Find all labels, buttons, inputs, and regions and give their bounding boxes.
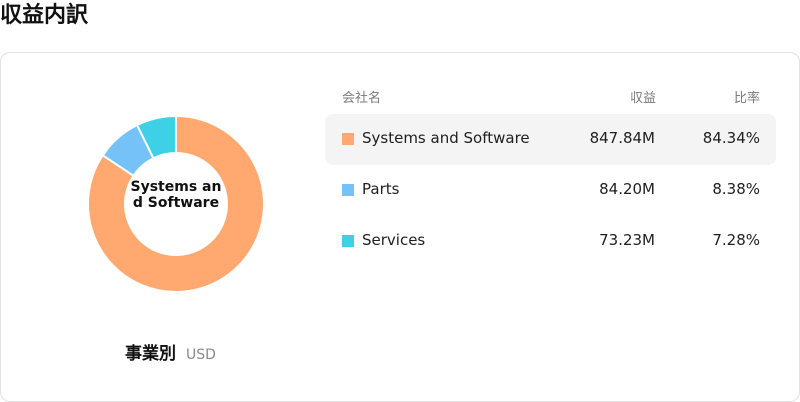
table-row-parts[interactable]: Parts 84.20M 8.38% xyxy=(325,165,776,216)
header-ratio: 比率 xyxy=(733,91,760,106)
row-name: Parts xyxy=(362,180,400,198)
table-header: 会社名 収益 比率 xyxy=(342,87,760,107)
row-ratio: 84.34% xyxy=(702,129,760,147)
legend-swatch xyxy=(342,184,354,196)
caption-unit: USD xyxy=(186,347,216,363)
header-revenue: 収益 xyxy=(629,91,656,106)
row-revenue: 84.20M xyxy=(599,180,655,198)
row-revenue: 847.84M xyxy=(589,129,655,147)
page-title: 収益内訳 xyxy=(0,3,89,28)
row-name: Services xyxy=(362,231,426,249)
row-ratio: 7.28% xyxy=(712,231,760,249)
row-revenue: 73.23M xyxy=(599,231,655,249)
legend-swatch xyxy=(342,235,354,247)
revenue-breakdown-card: Systems and Software 事業別 USD 会社名 収益 比率 S… xyxy=(0,52,800,402)
caption-title: 事業別 xyxy=(125,344,176,364)
row-name: Systems and Software xyxy=(362,129,530,147)
donut-center-label: Systems and Software xyxy=(130,179,222,211)
table-row-systems-and-software[interactable]: Systems and Software 847.84M 84.34% xyxy=(325,114,776,165)
donut-chart: Systems and Software xyxy=(87,115,265,293)
legend-swatch xyxy=(342,133,354,145)
header-company-name: 会社名 xyxy=(342,91,382,106)
chart-caption: 事業別 USD xyxy=(125,339,216,364)
row-ratio: 8.38% xyxy=(712,180,760,198)
table-row-services[interactable]: Services 73.23M 7.28% xyxy=(325,216,776,267)
